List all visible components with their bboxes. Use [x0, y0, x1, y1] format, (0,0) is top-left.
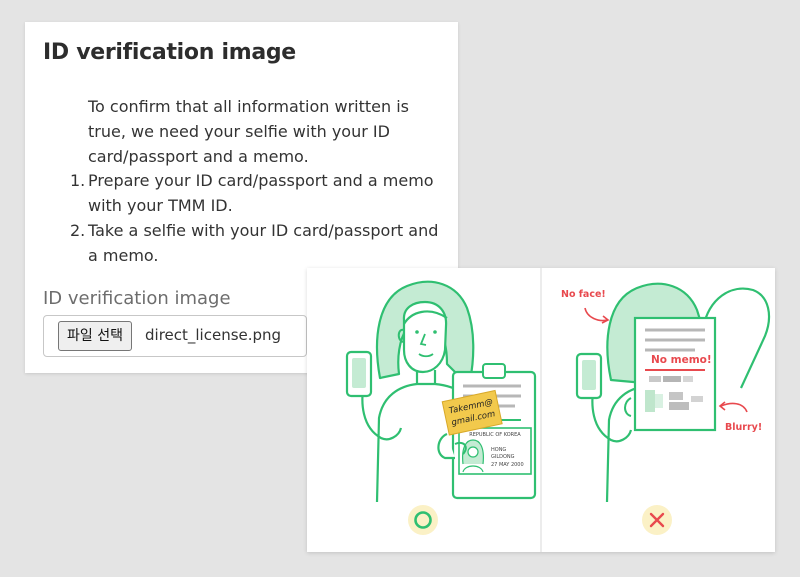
choose-file-button[interactable]: 파일 선택 [58, 321, 132, 351]
id-card-name-line1: HONG [491, 447, 506, 453]
card-title: ID verification image [43, 40, 296, 65]
intro-text: To confirm that all information written … [88, 97, 409, 166]
step-item: 2. Take a selfie with your ID card/passp… [70, 218, 453, 268]
selected-file-name: direct_license.png [145, 326, 282, 344]
id-card-date: 27 MAY 2000 [491, 462, 524, 468]
annotation-no-face: No face! [561, 289, 606, 300]
step-number: 1. [70, 171, 86, 190]
instruction-steps: 1. Prepare your ID card/passport and a m… [70, 168, 453, 268]
step-text: Prepare your ID card/passport and a memo… [88, 171, 434, 215]
upload-field-label: ID verification image [43, 288, 231, 309]
circle-ok-icon [408, 505, 438, 535]
file-upload-input[interactable]: 파일 선택 direct_license.png [43, 315, 307, 357]
good-selfie-example: REPUBLIC OF KOREA HONG GILDONG 27 MAY 20… [345, 280, 537, 535]
annotation-blurry: Blurry! [725, 422, 762, 433]
bad-selfie-example: No face! No memo! Blurry! [561, 282, 771, 535]
step-text: Take a selfie with your ID card/passport… [88, 221, 439, 265]
id-card-name-line2: GILDONG [491, 454, 515, 460]
step-item: 1. Prepare your ID card/passport and a m… [70, 168, 453, 218]
step-number: 2. [70, 221, 86, 240]
annotation-no-memo: No memo! [651, 354, 712, 366]
id-verification-example-image: REPUBLIC OF KOREA HONG GILDONG 27 MAY 20… [307, 268, 775, 552]
id-card-country: REPUBLIC OF KOREA [469, 432, 521, 438]
cross-icon [642, 505, 672, 535]
